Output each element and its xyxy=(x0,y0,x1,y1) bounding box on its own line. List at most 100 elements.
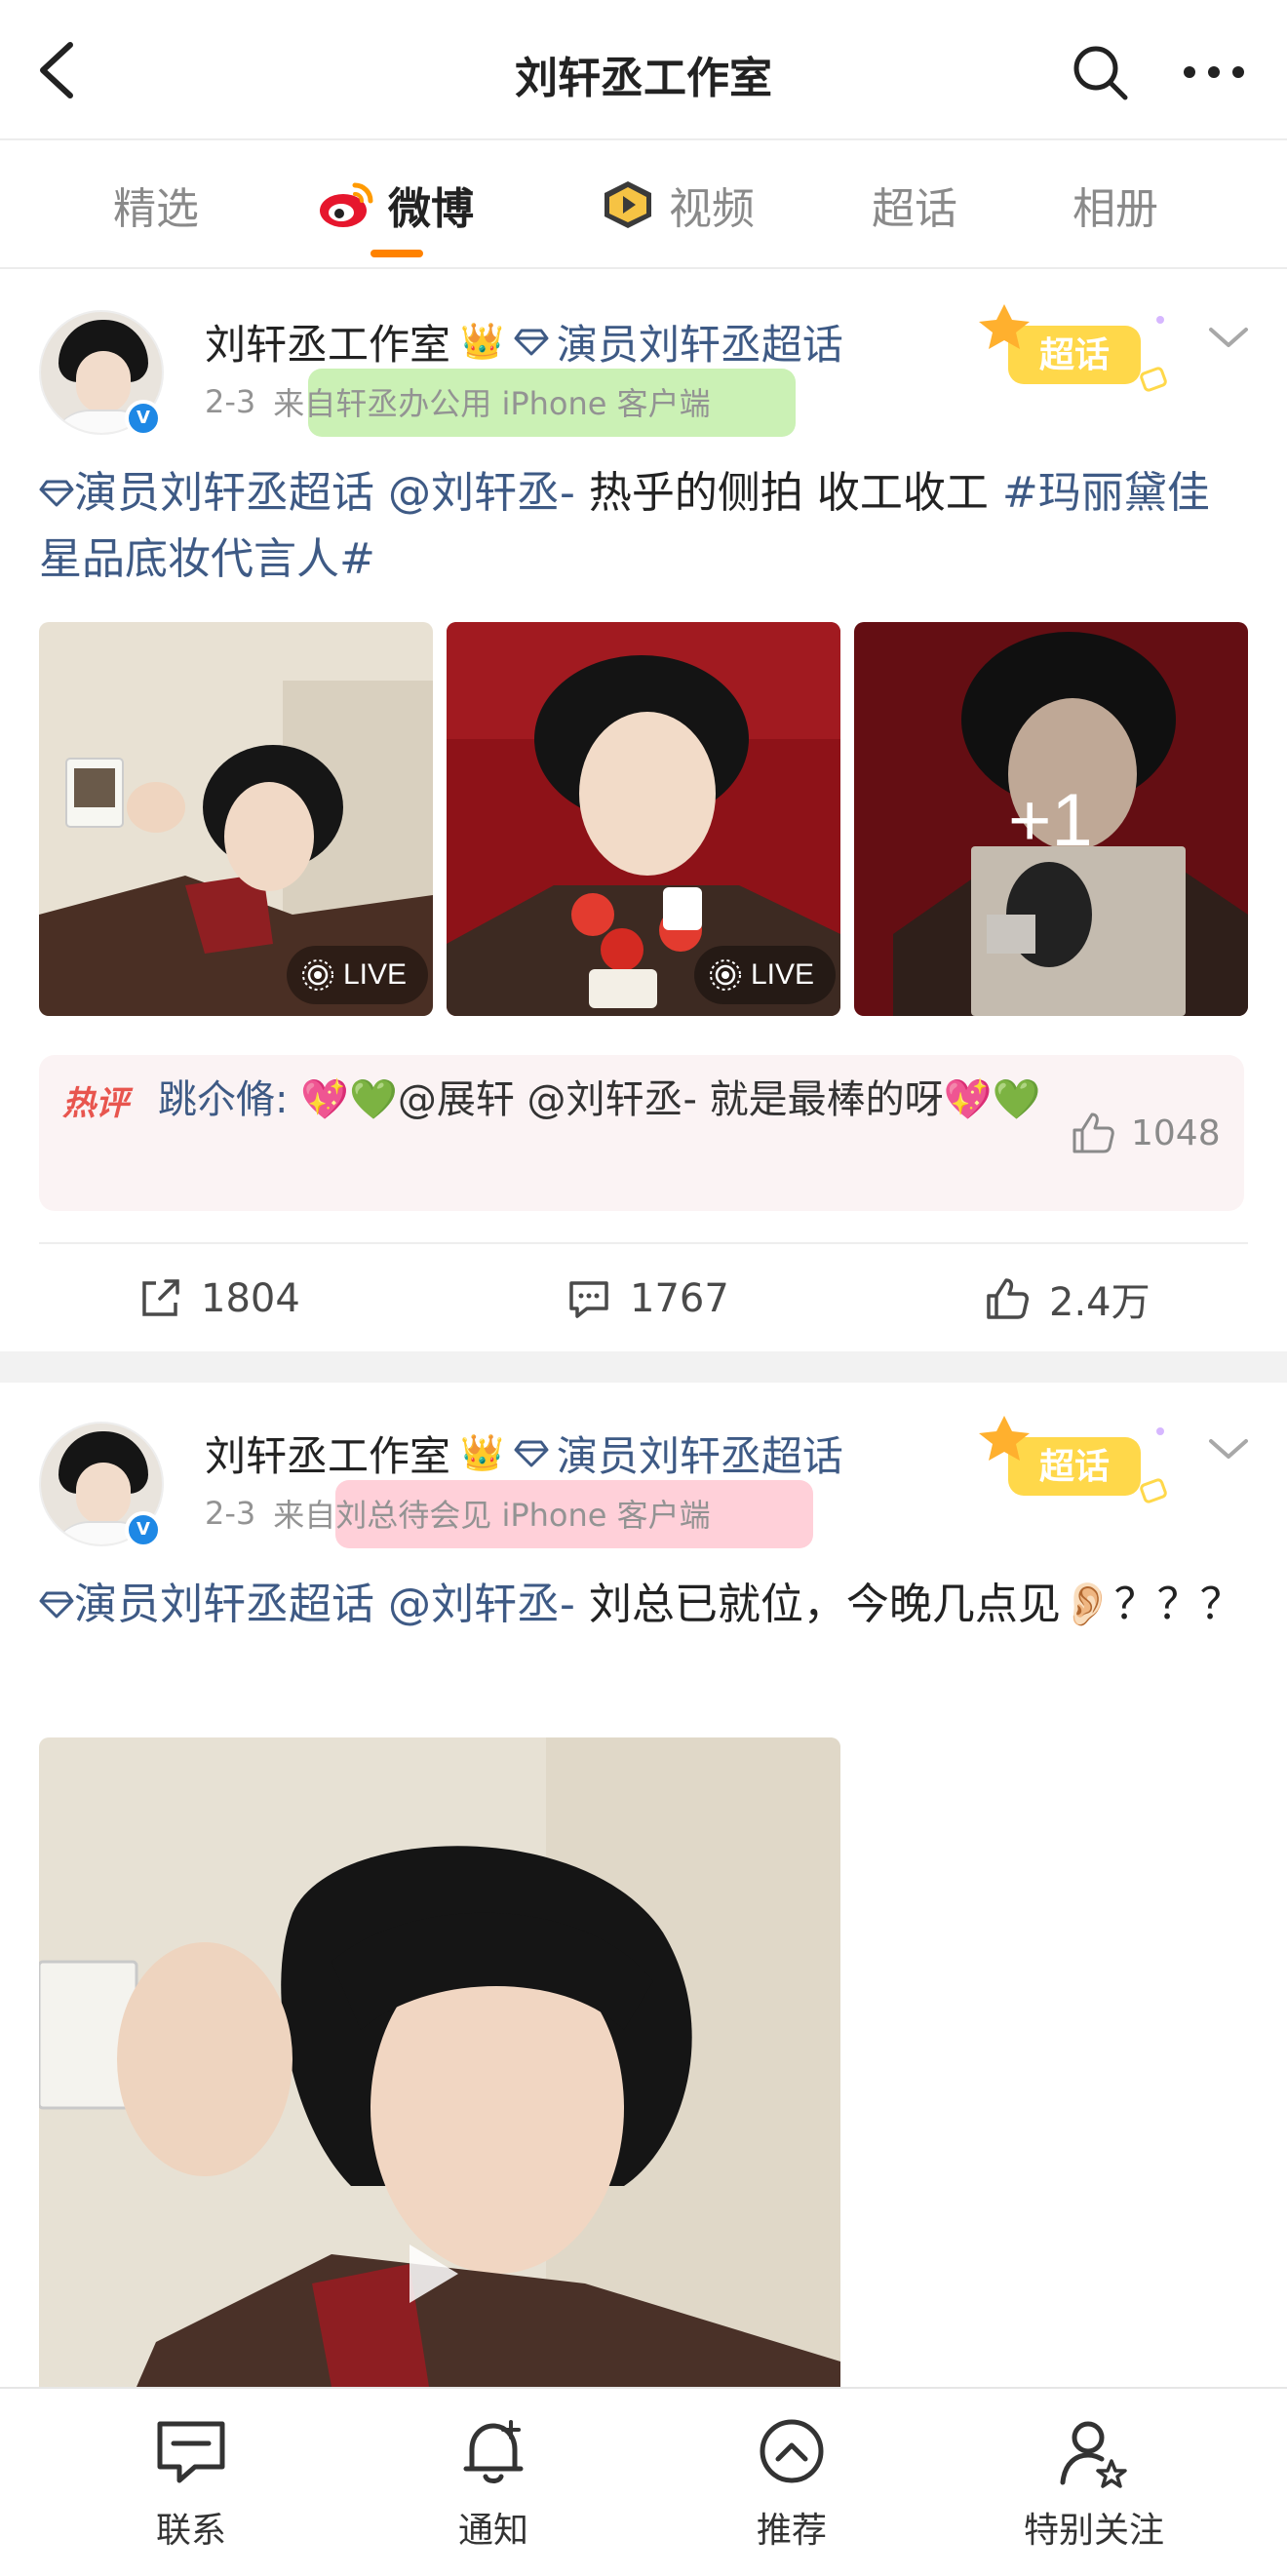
live-icon xyxy=(302,959,333,991)
top-nav-bar: 刘轩丞工作室 xyxy=(0,0,1287,140)
bottom-nav-special-follow[interactable]: 特别关注 xyxy=(987,2414,1201,2553)
repost-button[interactable]: 1804 xyxy=(136,1268,300,1330)
chat-icon xyxy=(157,2421,225,2483)
user-star-icon xyxy=(1060,2421,1127,2488)
chevron-down-icon[interactable] xyxy=(1205,1433,1252,1464)
diamond-icon xyxy=(39,1591,74,1619)
bottom-nav-label: 特别关注 xyxy=(1023,2511,1164,2551)
tab-featured[interactable]: 精选 xyxy=(113,176,199,234)
post-separator xyxy=(0,1351,1287,1383)
post-date: 2-3 xyxy=(205,383,256,420)
live-label: LIVE xyxy=(343,958,408,991)
repost-count: 1804 xyxy=(201,1276,300,1321)
bottom-nav-bar: 联系 通知 推荐 特别关注 xyxy=(0,2387,1287,2576)
verified-badge-icon: V xyxy=(125,1511,162,1548)
tab-label: 超话 xyxy=(872,184,957,234)
profile-tabs: 精选 微博 视频 超话 相册 xyxy=(0,140,1287,269)
supertopic-badge-icon[interactable]: 超话 xyxy=(979,300,1174,408)
tab-supertopic[interactable]: 超话 xyxy=(872,176,957,234)
diamond-icon xyxy=(514,329,549,356)
divider xyxy=(39,1242,1248,1244)
author-name[interactable]: 刘轩丞工作室 xyxy=(205,1424,450,1483)
feed-post[interactable]: V 刘轩丞工作室 👑 演员刘轩丞超话 2-3 来自轩丞办公用 iPhone 客户… xyxy=(0,271,1287,1351)
tab-weibo[interactable]: 微博 xyxy=(318,176,474,234)
post-text: 演员刘轩丞超话 @刘轩丞- 刘总已就位，今晚几点见👂🏻？？？ xyxy=(39,1572,1248,1638)
post-video[interactable] xyxy=(39,1737,840,2387)
like-button[interactable]: 2.4万 xyxy=(983,1268,1150,1330)
post-date: 2-3 xyxy=(205,1495,256,1532)
diamond-icon xyxy=(514,1440,549,1467)
hot-comment-badge: 热评 xyxy=(62,1084,129,1123)
post-source: 来自轩丞办公用 iPhone 客户端 xyxy=(273,385,711,422)
more-icon[interactable] xyxy=(1180,41,1248,103)
post-topic-label: 演员刘轩丞超话 xyxy=(74,468,374,518)
thumbs-up-icon xyxy=(1072,1112,1114,1153)
supertopic-label: 演员刘轩丞超话 xyxy=(556,320,843,369)
supertopic-link[interactable]: 演员刘轩丞超话 xyxy=(514,312,843,371)
bottom-nav-label: 推荐 xyxy=(756,2511,827,2551)
comment-count: 1767 xyxy=(630,1276,729,1321)
supertopic-link[interactable]: 演员刘轩丞超话 xyxy=(514,1424,843,1483)
tab-label: 微博 xyxy=(388,184,474,234)
like-count: 2.4万 xyxy=(1049,1280,1150,1325)
supertopic-label: 演员刘轩丞超话 xyxy=(556,1431,843,1480)
search-icon[interactable] xyxy=(1069,41,1131,103)
bottom-nav-recommend[interactable]: 推荐 xyxy=(684,2414,899,2553)
bottom-nav-label: 通知 xyxy=(457,2511,528,2551)
chevron-up-circle-icon xyxy=(760,2419,824,2483)
post-header: 刘轩丞工作室 👑 演员刘轩丞超话 xyxy=(205,1424,843,1482)
post-meta: 2-3 来自刘总待会见 iPhone 客户端 xyxy=(205,1492,711,1535)
mention-link[interactable]: @刘轩丞- xyxy=(388,468,575,518)
video-play-icon xyxy=(604,181,651,228)
chevron-down-icon[interactable] xyxy=(1205,322,1252,353)
tab-album[interactable]: 相册 xyxy=(1072,176,1158,234)
post-source: 来自刘总待会见 iPhone 客户端 xyxy=(273,1497,711,1534)
live-icon xyxy=(710,959,741,991)
live-badge: LIVE xyxy=(287,946,429,1004)
author-name[interactable]: 刘轩丞工作室 xyxy=(205,312,450,371)
thumbs-up-icon xyxy=(987,1278,1029,1319)
more-images-count: +1 xyxy=(1008,779,1093,862)
hot-comment-like-count: 1048 xyxy=(1131,1112,1221,1153)
hot-comment-author[interactable]: 跳尒脩: xyxy=(158,1077,300,1122)
post-body: 热乎的侧拍 收工收工 xyxy=(574,468,1002,518)
post-topic-link[interactable]: 演员刘轩丞超话 xyxy=(39,468,374,518)
supertopic-badge-text: 超话 xyxy=(1039,335,1110,375)
weibo-logo-icon xyxy=(320,182,373,227)
crown-icon: 👑 xyxy=(460,322,504,362)
bell-icon xyxy=(463,2420,524,2483)
video-thumbnail xyxy=(39,1737,840,2387)
post-text: 演员刘轩丞超话 @刘轩丞- 热乎的侧拍 收工收工 #玛丽黛佳星品底妆代言人# xyxy=(39,460,1248,593)
live-label: LIVE xyxy=(751,958,815,991)
tab-label: 精选 xyxy=(113,184,199,234)
post-body: 刘总已就位，今晚几点见👂🏻？？？ xyxy=(574,1580,1243,1629)
active-tab-indicator xyxy=(370,250,423,257)
post-topic-link[interactable]: 演员刘轩丞超话 xyxy=(39,1580,374,1629)
post-topic-label: 演员刘轩丞超话 xyxy=(74,1580,374,1629)
tab-label: 视频 xyxy=(669,184,755,234)
post-image[interactable]: LIVE xyxy=(447,622,840,1016)
supertopic-badge-icon[interactable]: 超话 xyxy=(979,1412,1174,1519)
tab-video[interactable]: 视频 xyxy=(599,176,755,234)
bottom-nav-notify[interactable]: 通知 xyxy=(386,2414,601,2553)
live-badge: LIVE xyxy=(694,946,837,1004)
hot-comment[interactable]: 热评 跳尒脩: 💖💚@展轩 @刘轩丞- 就是最棒的呀💖💚 1048 xyxy=(39,1055,1244,1211)
comment-icon xyxy=(569,1281,608,1318)
share-icon xyxy=(142,1279,179,1316)
feed-post[interactable]: V 刘轩丞工作室 👑 演员刘轩丞超话 2-3 来自刘总待会见 iPhone 客户… xyxy=(0,1383,1287,2387)
hot-comment-body: 💖💚@展轩 @刘轩丞- 就是最棒的呀💖💚 xyxy=(300,1077,1041,1122)
mention-link[interactable]: @刘轩丞- xyxy=(388,1580,575,1629)
crown-icon: 👑 xyxy=(460,1433,504,1473)
bottom-nav-label: 联系 xyxy=(155,2511,226,2551)
supertopic-badge-text: 超话 xyxy=(1039,1447,1110,1487)
diamond-icon xyxy=(39,480,74,507)
post-meta: 2-3 来自轩丞办公用 iPhone 客户端 xyxy=(205,380,711,423)
hot-comment-like-button[interactable]: 1048 xyxy=(1069,1106,1221,1160)
post-image[interactable]: LIVE xyxy=(39,622,433,1016)
bottom-nav-contact[interactable]: 联系 xyxy=(84,2414,298,2553)
post-header: 刘轩丞工作室 👑 演员刘轩丞超话 xyxy=(205,312,843,371)
tab-label: 相册 xyxy=(1072,184,1158,234)
comment-button[interactable]: 1767 xyxy=(566,1268,729,1330)
post-image[interactable]: +1 xyxy=(854,622,1248,1016)
hot-comment-text: 跳尒脩: 💖💚@展轩 @刘轩丞- 就是最棒的呀💖💚 xyxy=(158,1069,1065,1131)
